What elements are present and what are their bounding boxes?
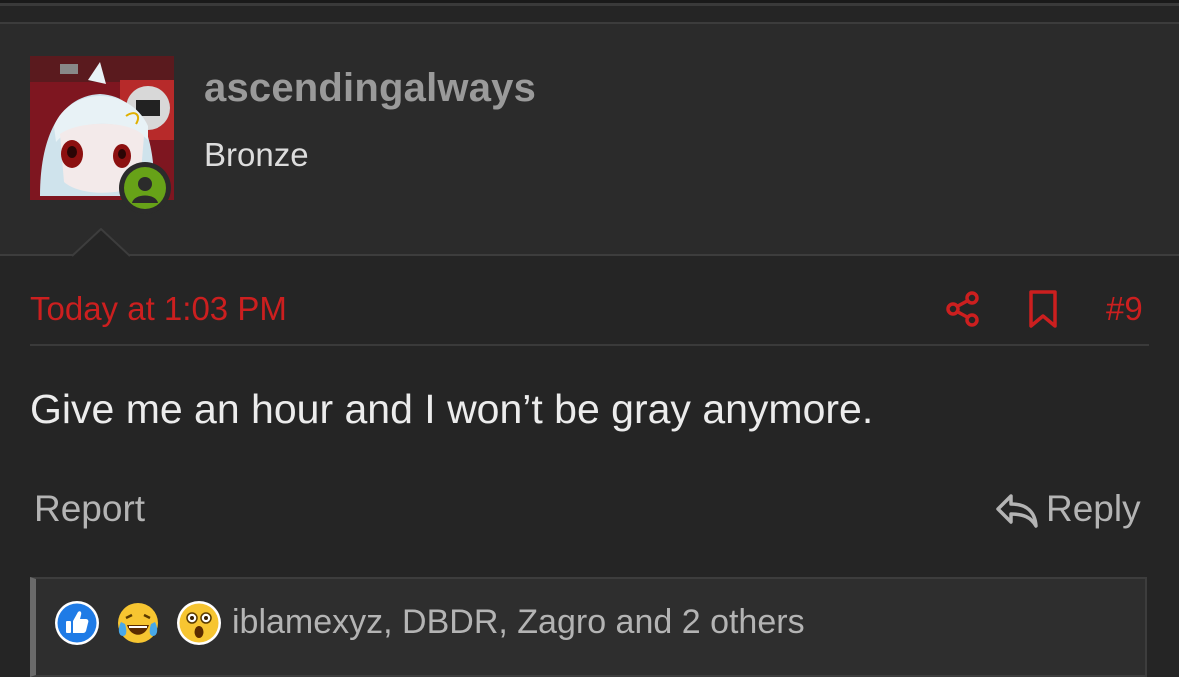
share-icon[interactable] [944,290,982,328]
post-message: Give me an hour and I won’t be gray anym… [30,386,874,432]
reply-button[interactable]: Reply [1046,488,1141,530]
user-icon [132,177,158,203]
report-button[interactable]: Report [34,488,145,530]
bookmark-icon[interactable] [1026,289,1060,329]
online-status-badge [119,162,171,214]
user-info-block [0,24,1179,256]
top-border-highlight [0,3,1179,6]
laugh-cry-icon[interactable] [115,600,161,646]
post-meta-rule [30,344,1149,346]
like-icon[interactable] [54,600,100,646]
shocked-icon[interactable] [176,600,222,646]
post-timestamp[interactable]: Today at 1:03 PM [30,290,287,328]
post-number-link[interactable]: #9 [1106,290,1143,328]
pointer-arrow [72,228,130,257]
user-block-divider [0,254,1179,256]
username[interactable]: ascendingalways [204,66,536,111]
reply-icon[interactable] [995,492,1039,530]
reactions-summary[interactable]: iblamexyz, DBDR, Zagro and 2 others [232,603,805,642]
user-rank: Bronze [204,136,309,173]
